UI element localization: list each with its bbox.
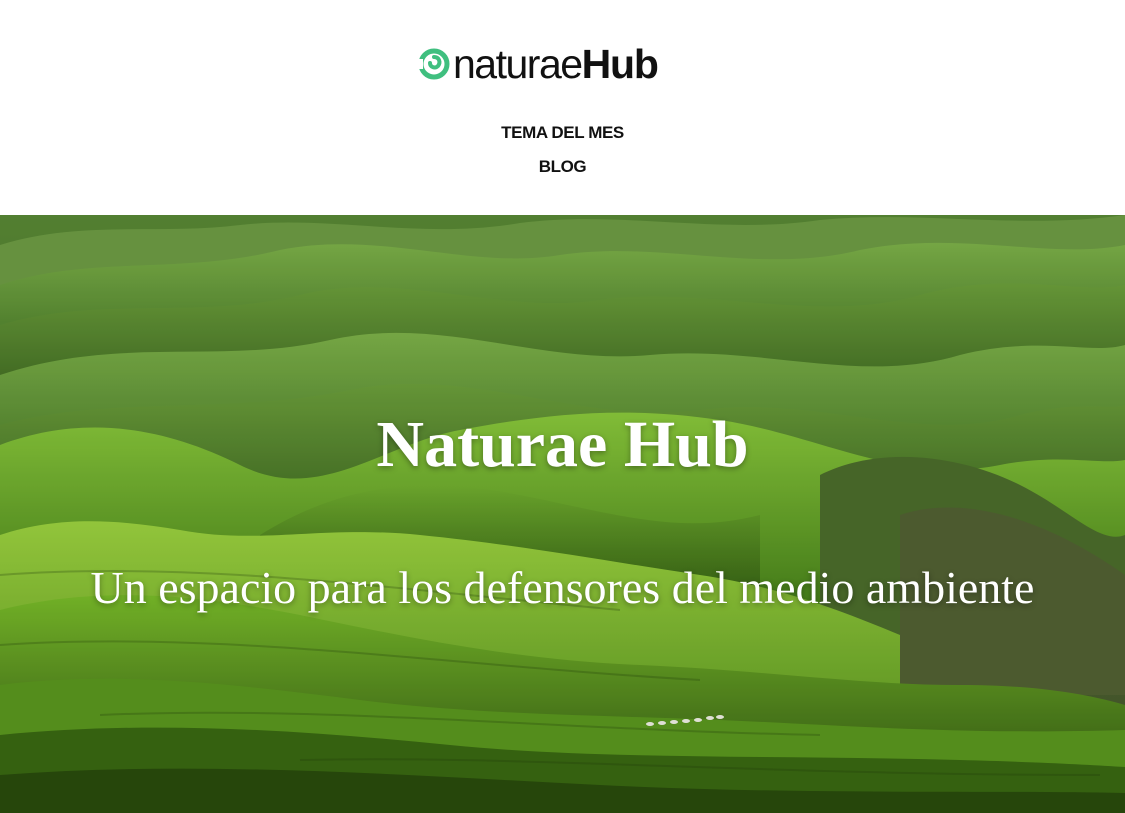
hero-banner: Naturae Hub Un espacio para los defensor…: [0, 215, 1125, 813]
page: naturae Hub TEMA DEL MES BLOG Naturae Hu…: [0, 0, 1125, 813]
hero-title: Naturae Hub: [376, 408, 749, 481]
logo-text-naturae: naturae: [453, 40, 583, 87]
main-nav: TEMA DEL MES BLOG: [0, 116, 1125, 184]
nav-item-tema-del-mes[interactable]: TEMA DEL MES: [501, 116, 624, 150]
hero-background-image: [0, 215, 1125, 813]
hero-subtitle: Un espacio para los defensores del medio…: [90, 562, 1035, 613]
logo-text-hub: Hub: [581, 40, 659, 87]
nav-item-blog[interactable]: BLOG: [539, 150, 587, 184]
site-logo[interactable]: naturae Hub: [417, 40, 659, 88]
spiral-leaf-icon: [417, 48, 450, 80]
site-header: naturae Hub TEMA DEL MES BLOG: [0, 0, 1125, 215]
